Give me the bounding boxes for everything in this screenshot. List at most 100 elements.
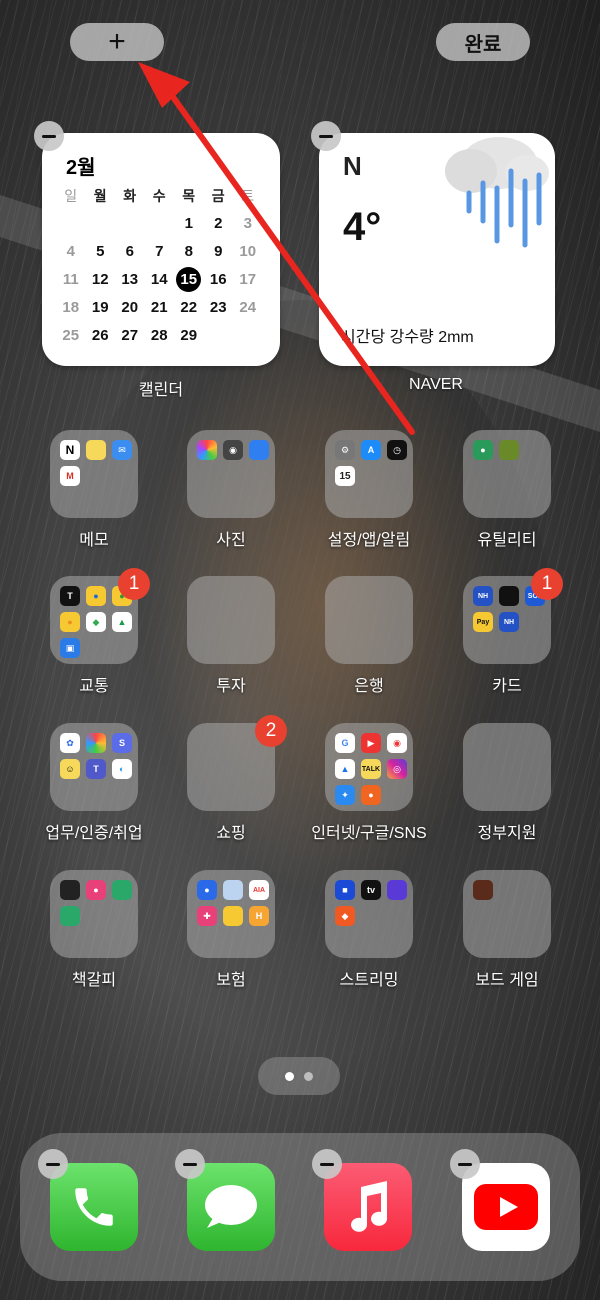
calendar-day: 25 bbox=[62, 327, 80, 344]
wifi-utility-icon bbox=[499, 440, 519, 460]
subway-icon: ▣ bbox=[60, 638, 80, 658]
folder-icon: ● bbox=[463, 430, 551, 518]
folder-label: 업무/인증/취업 bbox=[45, 825, 143, 842]
folder-label: 스트리밍 bbox=[339, 972, 399, 989]
done-button[interactable]: 완료 bbox=[436, 23, 530, 61]
tmap-icon: T bbox=[60, 586, 80, 606]
calendar-day-today: 15 bbox=[174, 267, 204, 292]
notification-badge: 1 bbox=[118, 568, 150, 600]
reading-icon: ● bbox=[86, 880, 106, 900]
mail-icon: ✉ bbox=[112, 440, 132, 460]
calendar-day: 19 bbox=[91, 299, 109, 316]
folder-invest[interactable]: 투자 bbox=[161, 576, 301, 696]
slack-icon: S bbox=[112, 733, 132, 753]
notification-badge: 1 bbox=[531, 568, 563, 600]
folder-utility[interactable]: ● 유틸리티 bbox=[437, 430, 577, 550]
remove-youtube-button[interactable] bbox=[450, 1149, 480, 1179]
music-note-icon bbox=[351, 1181, 387, 1232]
calendar-day: 21 bbox=[150, 299, 168, 316]
folder-icon bbox=[187, 576, 275, 664]
folder-insurance[interactable]: ● AIA ✚ H 보험 bbox=[161, 870, 301, 990]
folder-icon: ■ tv ◆ bbox=[325, 870, 413, 958]
remove-calendar-widget-button[interactable] bbox=[34, 121, 64, 151]
folder-bank[interactable]: 은행 bbox=[299, 576, 439, 696]
kakao-map-icon: ● bbox=[86, 586, 106, 606]
weekday-thu: 목 bbox=[182, 187, 196, 204]
folder-shopping[interactable]: 2 쇼핑 bbox=[161, 715, 301, 843]
folder-label: 메모 bbox=[79, 532, 109, 549]
safari-icon: ✦ bbox=[335, 785, 355, 805]
remove-naver-widget-button[interactable] bbox=[311, 121, 341, 151]
teams-icon: T bbox=[86, 759, 106, 779]
streaming-icon: ■ bbox=[335, 880, 355, 900]
calendar-day bbox=[145, 211, 175, 236]
naver-logo: N bbox=[343, 151, 362, 181]
kakao-t-icon: ● bbox=[60, 612, 80, 632]
calendar-widget[interactable]: 2월 일 월 화 수 목 금 토 1 2 3 4 5 6 7 8 9 10 11… bbox=[42, 133, 280, 366]
folder-gov[interactable]: 정부지원 bbox=[437, 723, 577, 843]
google-maps-icon: ◆ bbox=[86, 612, 106, 632]
folder-label: 설정/앱/알림 bbox=[327, 532, 411, 549]
calendar-day: 26 bbox=[91, 327, 109, 344]
folder-work[interactable]: ✿ S ☺ T ◐ 업무/인증/취업 bbox=[24, 723, 164, 843]
folder-photos[interactable]: ◉ 사진 bbox=[161, 430, 301, 550]
youtube-icon[interactable] bbox=[462, 1163, 550, 1251]
folder-label: 인터넷/구글/SNS bbox=[311, 825, 427, 842]
dock bbox=[20, 1133, 580, 1281]
remove-music-button[interactable] bbox=[312, 1149, 342, 1179]
folder-memo[interactable]: N ✉ M 메모 bbox=[24, 430, 164, 550]
phone-icon[interactable] bbox=[50, 1163, 138, 1251]
insurance-pink-icon: ✚ bbox=[197, 906, 217, 926]
calendar-day: 6 bbox=[125, 243, 134, 260]
page-dot bbox=[304, 1071, 313, 1081]
calendar-day: 23 bbox=[209, 299, 227, 316]
insurance-icon: ● bbox=[197, 880, 217, 900]
hyundai-card-icon bbox=[499, 586, 519, 606]
calendar-day: 9 bbox=[214, 243, 223, 260]
calendar-day bbox=[204, 323, 234, 348]
folder-icon: G ▶ ◉ ▲ TALK ◎ ✦ ● bbox=[325, 723, 413, 811]
remove-messages-button[interactable] bbox=[175, 1149, 205, 1179]
folder-settings[interactable]: ⚙ A ◷ 15 설정/앱/알림 bbox=[299, 430, 439, 550]
naver-weather-widget[interactable]: N 4° 시간당 강수량 2mm bbox=[319, 133, 555, 366]
files-icon bbox=[249, 440, 269, 460]
drive-icon: ◐ bbox=[112, 759, 132, 779]
notification-badge: 2 bbox=[255, 715, 287, 747]
calendar-day: 27 bbox=[121, 327, 139, 344]
folder-label: 카드 bbox=[492, 678, 522, 695]
add-widget-button[interactable]: + bbox=[70, 23, 164, 61]
instagram-icon: ◎ bbox=[387, 759, 407, 779]
calendar-day: 1 bbox=[184, 215, 193, 232]
messages-icon[interactable] bbox=[187, 1163, 275, 1251]
naver-precipitation: 시간당 강수량 2mm bbox=[341, 329, 474, 346]
folder-internet[interactable]: G ▶ ◉ ▲ TALK ◎ ✦ ● 인터넷/구글/SNS bbox=[299, 723, 439, 843]
health-icon bbox=[223, 880, 243, 900]
folder-label: 책갈피 bbox=[71, 972, 117, 989]
photos-icon bbox=[197, 440, 217, 460]
music-icon[interactable] bbox=[324, 1163, 412, 1251]
page-indicator[interactable] bbox=[258, 1057, 340, 1095]
folder-label: 투자 bbox=[216, 678, 246, 695]
nh-pay-icon: NH bbox=[499, 612, 519, 632]
calendar-day: 29 bbox=[180, 327, 198, 344]
calendar-day: 24 bbox=[239, 299, 257, 316]
folder-transport[interactable]: T ● ● ● ◆ ▲ ▣ 1 교통 bbox=[24, 568, 164, 696]
remove-phone-button[interactable] bbox=[38, 1149, 68, 1179]
folder-board-game[interactable]: 보드 게임 bbox=[437, 870, 577, 990]
weekday-fri: 금 bbox=[211, 187, 225, 204]
folder-card[interactable]: NH SOL Pay NH 1 카드 bbox=[437, 568, 577, 696]
folder-label: 교통 bbox=[79, 678, 109, 695]
youtube-mini-icon: ▶ bbox=[361, 733, 381, 753]
folder-label: 보드 게임 bbox=[475, 972, 539, 989]
phone-glyph-icon bbox=[75, 1188, 113, 1226]
folder-streaming[interactable]: ■ tv ◆ 스트리밍 bbox=[299, 870, 439, 990]
kakaotalk-icon: TALK bbox=[361, 759, 381, 779]
weekday-sat: 토 bbox=[241, 187, 255, 204]
calendar-day: 22 bbox=[180, 299, 198, 316]
calendar-day: 3 bbox=[243, 215, 252, 232]
insurance-yellow-icon bbox=[223, 906, 243, 926]
calendar-day: 7 bbox=[155, 243, 164, 260]
bookstore-icon bbox=[60, 906, 80, 926]
folder-bookmark[interactable]: ● 책갈피 bbox=[24, 870, 164, 990]
page-dot-active bbox=[285, 1071, 294, 1081]
